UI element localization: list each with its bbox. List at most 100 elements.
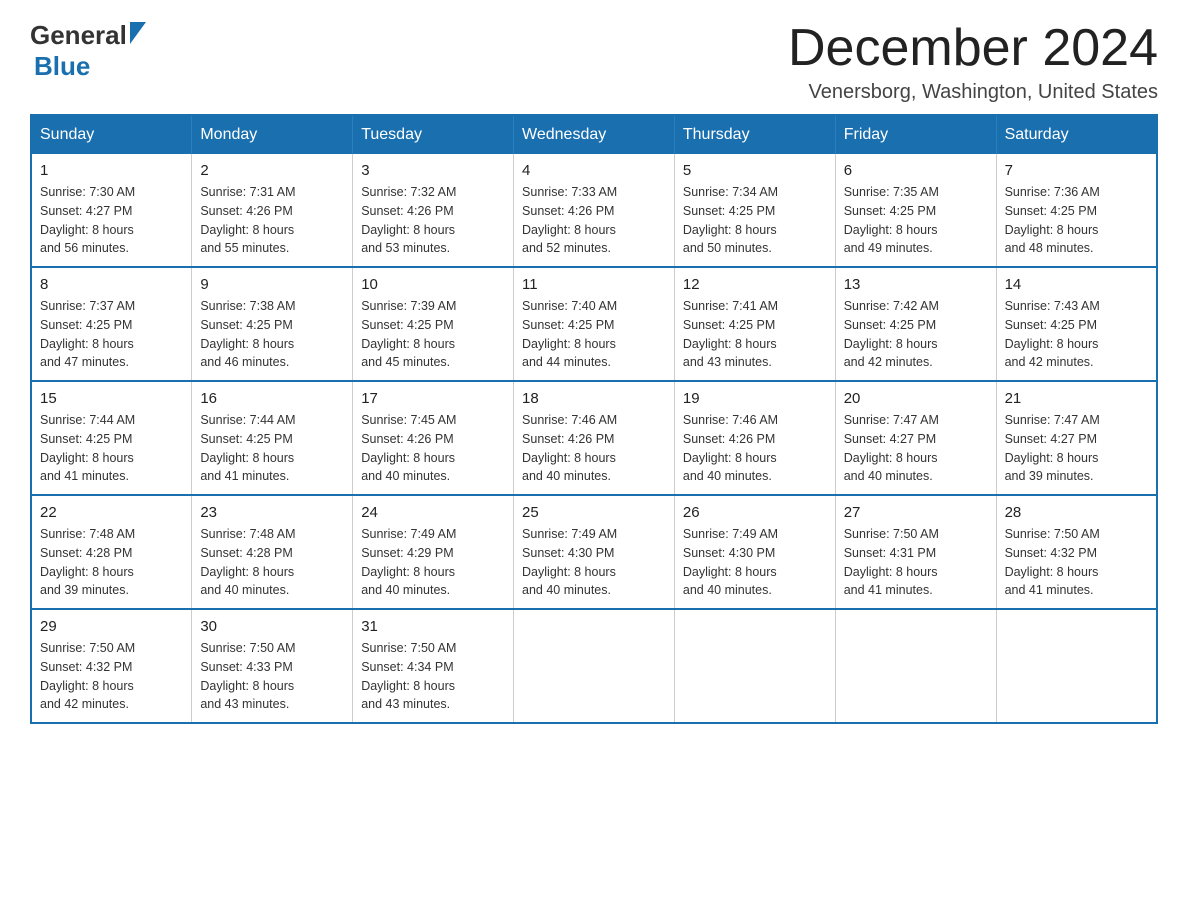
logo-general-text: General [30,20,127,51]
logo: General Blue [30,20,146,82]
day-number: 12 [683,276,827,293]
calendar-week-row: 8 Sunrise: 7:37 AM Sunset: 4:25 PM Dayli… [31,267,1157,381]
day-info: Sunrise: 7:47 AM Sunset: 4:27 PM Dayligh… [1005,411,1148,486]
day-number: 6 [844,162,988,179]
day-info: Sunrise: 7:43 AM Sunset: 4:25 PM Dayligh… [1005,297,1148,372]
calendar-cell: 22 Sunrise: 7:48 AM Sunset: 4:28 PM Dayl… [31,495,192,609]
calendar-cell: 30 Sunrise: 7:50 AM Sunset: 4:33 PM Dayl… [192,609,353,723]
col-header-saturday: Saturday [996,115,1157,154]
col-header-tuesday: Tuesday [353,115,514,154]
day-info: Sunrise: 7:37 AM Sunset: 4:25 PM Dayligh… [40,297,183,372]
calendar-cell [835,609,996,723]
title-section: December 2024 Venersborg, Washington, Un… [788,20,1158,104]
calendar-cell: 24 Sunrise: 7:49 AM Sunset: 4:29 PM Dayl… [353,495,514,609]
calendar-header-row: SundayMondayTuesdayWednesdayThursdayFrid… [31,115,1157,154]
day-info: Sunrise: 7:35 AM Sunset: 4:25 PM Dayligh… [844,183,988,258]
day-number: 1 [40,162,183,179]
calendar-cell: 1 Sunrise: 7:30 AM Sunset: 4:27 PM Dayli… [31,154,192,267]
col-header-monday: Monday [192,115,353,154]
day-number: 11 [522,276,666,293]
day-number: 28 [1005,504,1148,521]
day-number: 16 [200,390,344,407]
calendar-cell: 4 Sunrise: 7:33 AM Sunset: 4:26 PM Dayli… [514,154,675,267]
day-info: Sunrise: 7:49 AM Sunset: 4:29 PM Dayligh… [361,525,505,600]
day-number: 4 [522,162,666,179]
day-info: Sunrise: 7:49 AM Sunset: 4:30 PM Dayligh… [683,525,827,600]
day-info: Sunrise: 7:50 AM Sunset: 4:31 PM Dayligh… [844,525,988,600]
calendar-week-row: 15 Sunrise: 7:44 AM Sunset: 4:25 PM Dayl… [31,381,1157,495]
day-number: 19 [683,390,827,407]
calendar-cell: 6 Sunrise: 7:35 AM Sunset: 4:25 PM Dayli… [835,154,996,267]
calendar-cell: 2 Sunrise: 7:31 AM Sunset: 4:26 PM Dayli… [192,154,353,267]
day-info: Sunrise: 7:44 AM Sunset: 4:25 PM Dayligh… [40,411,183,486]
day-number: 20 [844,390,988,407]
day-number: 14 [1005,276,1148,293]
day-info: Sunrise: 7:46 AM Sunset: 4:26 PM Dayligh… [683,411,827,486]
calendar-cell: 15 Sunrise: 7:44 AM Sunset: 4:25 PM Dayl… [31,381,192,495]
day-number: 5 [683,162,827,179]
calendar-cell: 8 Sunrise: 7:37 AM Sunset: 4:25 PM Dayli… [31,267,192,381]
day-info: Sunrise: 7:32 AM Sunset: 4:26 PM Dayligh… [361,183,505,258]
day-info: Sunrise: 7:33 AM Sunset: 4:26 PM Dayligh… [522,183,666,258]
calendar-cell: 9 Sunrise: 7:38 AM Sunset: 4:25 PM Dayli… [192,267,353,381]
day-number: 18 [522,390,666,407]
day-info: Sunrise: 7:40 AM Sunset: 4:25 PM Dayligh… [522,297,666,372]
day-info: Sunrise: 7:48 AM Sunset: 4:28 PM Dayligh… [40,525,183,600]
day-info: Sunrise: 7:38 AM Sunset: 4:25 PM Dayligh… [200,297,344,372]
day-info: Sunrise: 7:50 AM Sunset: 4:33 PM Dayligh… [200,639,344,714]
day-info: Sunrise: 7:30 AM Sunset: 4:27 PM Dayligh… [40,183,183,258]
calendar-cell: 16 Sunrise: 7:44 AM Sunset: 4:25 PM Dayl… [192,381,353,495]
calendar-cell: 26 Sunrise: 7:49 AM Sunset: 4:30 PM Dayl… [674,495,835,609]
calendar-week-row: 29 Sunrise: 7:50 AM Sunset: 4:32 PM Dayl… [31,609,1157,723]
col-header-wednesday: Wednesday [514,115,675,154]
calendar-cell [514,609,675,723]
calendar-cell: 7 Sunrise: 7:36 AM Sunset: 4:25 PM Dayli… [996,154,1157,267]
month-title: December 2024 [788,20,1158,77]
day-info: Sunrise: 7:49 AM Sunset: 4:30 PM Dayligh… [522,525,666,600]
day-number: 21 [1005,390,1148,407]
calendar-cell: 5 Sunrise: 7:34 AM Sunset: 4:25 PM Dayli… [674,154,835,267]
calendar-cell: 29 Sunrise: 7:50 AM Sunset: 4:32 PM Dayl… [31,609,192,723]
location-subtitle: Venersborg, Washington, United States [788,81,1158,104]
day-info: Sunrise: 7:36 AM Sunset: 4:25 PM Dayligh… [1005,183,1148,258]
day-number: 29 [40,618,183,635]
calendar-cell: 20 Sunrise: 7:47 AM Sunset: 4:27 PM Dayl… [835,381,996,495]
day-number: 23 [200,504,344,521]
day-number: 26 [683,504,827,521]
calendar-cell: 27 Sunrise: 7:50 AM Sunset: 4:31 PM Dayl… [835,495,996,609]
day-info: Sunrise: 7:41 AM Sunset: 4:25 PM Dayligh… [683,297,827,372]
day-number: 25 [522,504,666,521]
calendar-cell: 13 Sunrise: 7:42 AM Sunset: 4:25 PM Dayl… [835,267,996,381]
day-info: Sunrise: 7:31 AM Sunset: 4:26 PM Dayligh… [200,183,344,258]
calendar-cell: 28 Sunrise: 7:50 AM Sunset: 4:32 PM Dayl… [996,495,1157,609]
calendar-cell: 14 Sunrise: 7:43 AM Sunset: 4:25 PM Dayl… [996,267,1157,381]
day-number: 17 [361,390,505,407]
calendar-cell: 17 Sunrise: 7:45 AM Sunset: 4:26 PM Dayl… [353,381,514,495]
logo-blue-text: Blue [34,51,90,81]
calendar-week-row: 1 Sunrise: 7:30 AM Sunset: 4:27 PM Dayli… [31,154,1157,267]
calendar-cell: 19 Sunrise: 7:46 AM Sunset: 4:26 PM Dayl… [674,381,835,495]
day-number: 22 [40,504,183,521]
day-info: Sunrise: 7:46 AM Sunset: 4:26 PM Dayligh… [522,411,666,486]
day-info: Sunrise: 7:45 AM Sunset: 4:26 PM Dayligh… [361,411,505,486]
calendar-cell [996,609,1157,723]
day-number: 10 [361,276,505,293]
day-info: Sunrise: 7:34 AM Sunset: 4:25 PM Dayligh… [683,183,827,258]
day-number: 9 [200,276,344,293]
day-number: 27 [844,504,988,521]
day-number: 31 [361,618,505,635]
day-info: Sunrise: 7:47 AM Sunset: 4:27 PM Dayligh… [844,411,988,486]
calendar-table: SundayMondayTuesdayWednesdayThursdayFrid… [30,114,1158,724]
day-number: 7 [1005,162,1148,179]
day-number: 15 [40,390,183,407]
col-header-sunday: Sunday [31,115,192,154]
day-number: 30 [200,618,344,635]
col-header-friday: Friday [835,115,996,154]
day-number: 8 [40,276,183,293]
calendar-cell: 18 Sunrise: 7:46 AM Sunset: 4:26 PM Dayl… [514,381,675,495]
day-info: Sunrise: 7:50 AM Sunset: 4:34 PM Dayligh… [361,639,505,714]
calendar-cell: 10 Sunrise: 7:39 AM Sunset: 4:25 PM Dayl… [353,267,514,381]
day-info: Sunrise: 7:50 AM Sunset: 4:32 PM Dayligh… [40,639,183,714]
calendar-cell [674,609,835,723]
day-number: 13 [844,276,988,293]
